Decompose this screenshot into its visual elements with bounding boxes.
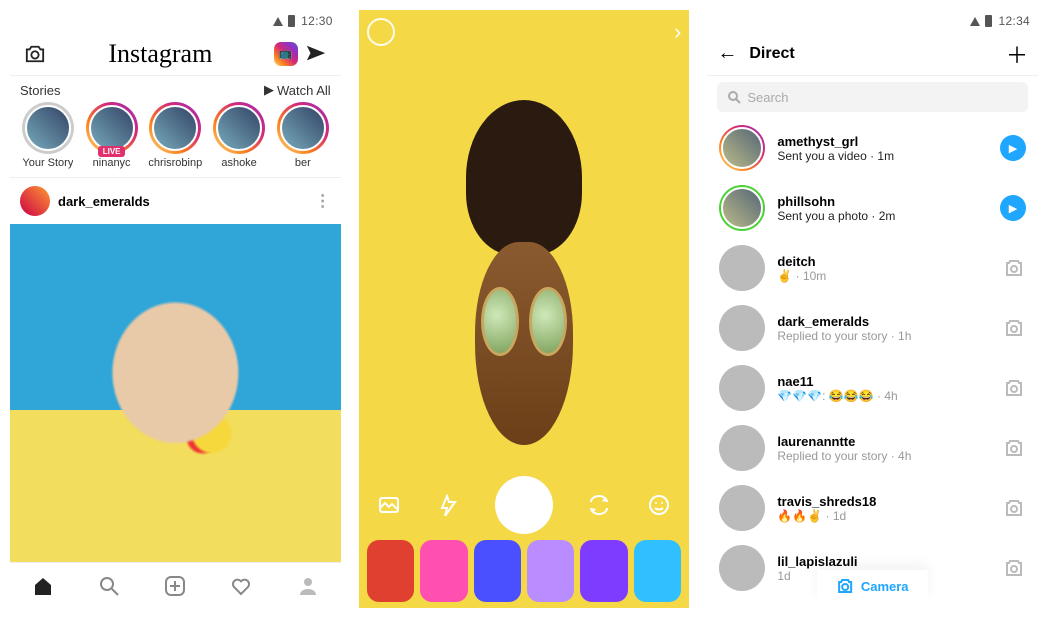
logo: Instagram: [108, 39, 212, 68]
camera-pane: ›: [359, 10, 690, 608]
story-item[interactable]: ashoke: [209, 102, 269, 169]
search-placeholder: Search: [747, 90, 788, 105]
status-bar: 12:34: [707, 10, 1038, 32]
camera-viewfinder: [418, 100, 630, 489]
dm-avatar[interactable]: [719, 545, 765, 591]
story-item[interactable]: chrisrobinp: [145, 102, 205, 169]
forward-icon[interactable]: ›: [674, 19, 681, 45]
dm-avatar[interactable]: [719, 305, 765, 351]
settings-icon[interactable]: [367, 18, 395, 46]
filter-item[interactable]: [634, 540, 681, 602]
camera-top-controls: ›: [367, 18, 682, 46]
back-icon[interactable]: ←: [717, 42, 737, 65]
clock: 12:34: [998, 14, 1030, 28]
dm-row[interactable]: nae11💎💎💎: 😂😂😂 · 4h: [707, 358, 1038, 418]
direct-icon[interactable]: [301, 39, 331, 69]
filter-item[interactable]: [580, 540, 627, 602]
post-image[interactable]: [10, 224, 341, 562]
story-item[interactable]: Your Story: [18, 102, 78, 169]
feed-pane: 12:30 Instagram 📺 Stories ▶ Watch All Yo…: [10, 10, 341, 608]
dm-list[interactable]: amethyst_grlSent you a video · 1m ▶ phil…: [707, 118, 1038, 608]
filter-tray[interactable]: [359, 540, 690, 602]
battery-icon: [985, 15, 992, 27]
dm-avatar[interactable]: [719, 125, 765, 171]
search-icon: [727, 90, 741, 104]
story-item[interactable]: LIVEninanyc: [82, 102, 142, 169]
camera-icon[interactable]: [1004, 318, 1026, 338]
signal-icon: [273, 17, 283, 26]
switch-camera-icon[interactable]: [585, 491, 613, 519]
dm-row[interactable]: amethyst_grlSent you a video · 1m ▶: [707, 118, 1038, 178]
camera-icon[interactable]: [20, 39, 50, 69]
story-item[interactable]: ber: [273, 102, 333, 169]
stories-label: Stories: [20, 83, 60, 98]
battery-icon: [288, 15, 295, 27]
flash-icon[interactable]: [435, 491, 463, 519]
camera-icon[interactable]: [1004, 378, 1026, 398]
clock: 12:30: [301, 14, 333, 28]
dm-row[interactable]: phillsohnSent you a photo · 2m ▶: [707, 178, 1038, 238]
camera-icon[interactable]: [1004, 558, 1026, 578]
stories-header: Stories ▶ Watch All: [10, 76, 341, 98]
stories-row[interactable]: Your StoryLIVEninanycchrisrobinpashokebe…: [10, 98, 341, 178]
activity-icon[interactable]: [226, 571, 256, 601]
post-username[interactable]: dark_emeralds: [58, 194, 150, 209]
igtv-icon[interactable]: 📺: [271, 39, 301, 69]
filter-item[interactable]: [527, 540, 574, 602]
post-avatar[interactable]: [20, 186, 50, 216]
direct-top-bar: ← Direct ＋: [707, 32, 1038, 76]
dm-row[interactable]: deitch✌️ · 10m: [707, 238, 1038, 298]
watch-all-button[interactable]: ▶ Watch All: [264, 82, 331, 98]
shutter-button[interactable]: [495, 476, 553, 534]
filter-item[interactable]: [474, 540, 521, 602]
play-icon[interactable]: ▶: [1000, 135, 1026, 161]
direct-pane: 12:34 ← Direct ＋ Search amethyst_grlSent…: [707, 10, 1038, 608]
dm-row[interactable]: travis_shreds18🔥🔥✌️ · 1d: [707, 478, 1038, 538]
dm-avatar[interactable]: [719, 245, 765, 291]
search-icon[interactable]: [94, 571, 124, 601]
play-icon[interactable]: ▶: [1000, 195, 1026, 221]
dm-row[interactable]: laurenanntteReplied to your story · 4h: [707, 418, 1038, 478]
filter-item[interactable]: [367, 540, 414, 602]
camera-icon[interactable]: [1004, 498, 1026, 518]
gallery-icon[interactable]: [375, 491, 403, 519]
search-input[interactable]: Search: [717, 82, 1028, 112]
direct-title: Direct: [749, 45, 994, 63]
profile-icon[interactable]: [293, 571, 323, 601]
camera-icon[interactable]: [1004, 258, 1026, 278]
camera-icon: [837, 578, 855, 594]
post-header[interactable]: dark_emeralds ⋮: [10, 178, 341, 224]
dm-avatar[interactable]: [719, 425, 765, 471]
bottom-nav: [10, 562, 341, 608]
camera-icon[interactable]: [1004, 438, 1026, 458]
camera-label: Camera: [861, 579, 909, 594]
home-icon[interactable]: [28, 571, 58, 601]
camera-bar[interactable]: Camera: [817, 570, 929, 602]
dm-avatar[interactable]: [719, 485, 765, 531]
dm-avatar[interactable]: [719, 365, 765, 411]
status-bar: 12:30: [10, 10, 341, 32]
new-message-icon[interactable]: ＋: [1006, 38, 1028, 70]
add-post-icon[interactable]: [160, 571, 190, 601]
post-more-icon[interactable]: ⋮: [315, 191, 331, 211]
camera-controls: [359, 476, 690, 534]
dm-row[interactable]: dark_emeraldsReplied to your story · 1h: [707, 298, 1038, 358]
signal-icon: [970, 17, 980, 26]
top-bar: Instagram 📺: [10, 32, 341, 76]
filter-item[interactable]: [420, 540, 467, 602]
dm-avatar[interactable]: [719, 185, 765, 231]
face-filter-icon[interactable]: [645, 491, 673, 519]
